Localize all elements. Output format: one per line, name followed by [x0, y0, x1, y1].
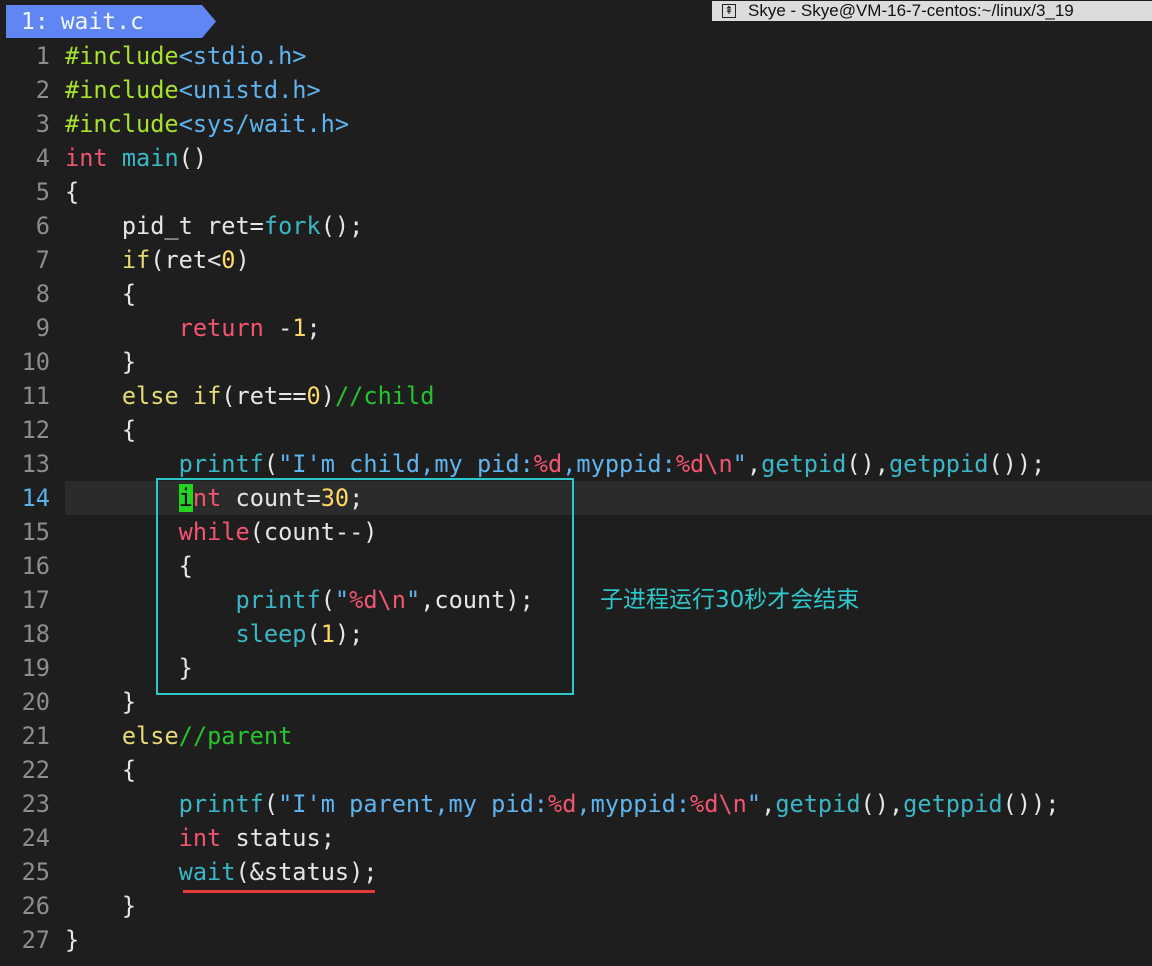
code-line[interactable]: 1 #include<stdio.h>: [0, 39, 1152, 73]
line-number: 21: [21, 722, 50, 750]
pin-icon[interactable]: ⇞: [722, 4, 736, 18]
code-line[interactable]: 9 return -1;: [0, 311, 1152, 345]
line-number: 27: [21, 926, 50, 954]
line-number: 11: [21, 382, 50, 410]
line-text: int main(): [65, 144, 208, 172]
code-line[interactable]: 10 }: [0, 345, 1152, 379]
line-text: #include<stdio.h>: [65, 42, 307, 70]
line-number: 19: [21, 654, 50, 682]
line-text: else if(ret==0)//child: [121, 382, 435, 410]
line-number: 15: [21, 518, 50, 546]
code-line[interactable]: 2 #include<unistd.h>: [0, 73, 1152, 107]
line-text: pid_t ret=fork();: [65, 212, 364, 240]
line-text: {: [65, 756, 137, 784]
line-text: }: [65, 348, 137, 376]
code-line[interactable]: 4 int main(): [0, 141, 1152, 175]
code-line[interactable]: 3 #include<sys/wait.h>: [0, 107, 1152, 141]
line-number: 3: [35, 110, 50, 138]
line-text: }: [65, 892, 137, 920]
line-text: }: [65, 926, 80, 954]
line-text: return -1;: [178, 314, 321, 342]
line-number: 20: [21, 688, 50, 716]
line-text: printf("I'm child,my pid:%d,myppid:%d\n"…: [178, 450, 1046, 478]
line-text: {: [65, 416, 137, 444]
code-line[interactable]: 13 printf("I'm child,my pid:%d,myppid:%d…: [0, 447, 1152, 481]
code-line[interactable]: 7 if(ret<0): [0, 243, 1152, 277]
line-text: }: [65, 688, 137, 716]
line-number: 24: [21, 824, 50, 852]
line-number: 13: [21, 450, 50, 478]
line-number: 17: [21, 586, 50, 614]
line-text: if(ret<0): [121, 246, 250, 274]
code-line[interactable]: 8 {: [0, 277, 1152, 311]
tab-filename: wait.c: [60, 8, 144, 35]
line-number: 7: [35, 246, 50, 274]
line-text: else//parent: [121, 722, 293, 750]
code-line[interactable]: 11 else if(ret==0)//child: [0, 379, 1152, 413]
line-number: 25: [21, 858, 50, 886]
code-line[interactable]: 27}: [0, 923, 1152, 957]
code-line[interactable]: 5{: [0, 175, 1152, 209]
line-number: 12: [21, 416, 50, 444]
highlight-box: [156, 478, 574, 695]
annotation-note: 子进程运行30秒才会结束: [600, 587, 860, 613]
line-text: {: [65, 280, 137, 308]
code-line[interactable]: 24 int status;: [0, 821, 1152, 855]
line-number: 8: [35, 280, 50, 308]
line-number: 4: [35, 144, 50, 172]
line-number: 14: [21, 484, 50, 512]
tab-wait-c[interactable]: 1: wait.c: [6, 5, 216, 38]
line-number: 5: [35, 178, 50, 206]
line-text: wait(&status);: [178, 858, 378, 886]
code-line[interactable]: 12 {: [0, 413, 1152, 447]
line-number: 23: [21, 790, 50, 818]
tab-bar: 1: wait.c ⇞ Skye - Skye@VM-16-7-centos:~…: [0, 0, 1152, 38]
line-number: 16: [21, 552, 50, 580]
line-number: 1: [35, 42, 50, 70]
code-line[interactable]: 25 wait(&status);: [0, 855, 1152, 889]
line-text: #include<unistd.h>: [65, 76, 321, 104]
line-text: #include<sys/wait.h>: [65, 110, 350, 138]
window-title: Skye - Skye@VM-16-7-centos:~/linux/3_19: [748, 1, 1074, 20]
line-number: 6: [35, 212, 50, 240]
red-underline: [183, 890, 375, 893]
line-text: printf("I'm parent,my pid:%d,myppid:%d\n…: [178, 790, 1060, 818]
line-number: 22: [21, 756, 50, 784]
code-line[interactable]: 22 {: [0, 753, 1152, 787]
line-number: 9: [35, 314, 50, 342]
line-number: 18: [21, 620, 50, 648]
code-line[interactable]: 21 else//parent: [0, 719, 1152, 753]
line-text: {: [65, 178, 80, 206]
code-line[interactable]: 23 printf("I'm parent,my pid:%d,myppid:%…: [0, 787, 1152, 821]
line-text: int status;: [178, 824, 335, 852]
line-number: 10: [21, 348, 50, 376]
tab-number: 1:: [21, 8, 49, 35]
line-number: 26: [21, 892, 50, 920]
code-line[interactable]: 26 }: [0, 889, 1152, 923]
code-line[interactable]: 6 pid_t ret=fork();: [0, 209, 1152, 243]
line-number: 2: [35, 76, 50, 104]
window-title-bar: ⇞ Skye - Skye@VM-16-7-centos:~/linux/3_1…: [712, 1, 1152, 21]
